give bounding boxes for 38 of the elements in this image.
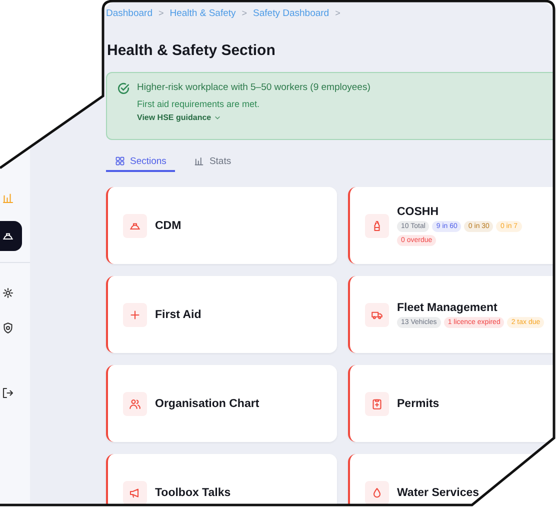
guidance-link[interactable]: View HSE guidance [137,113,212,122]
alert-text: First aid requirements are met. [137,99,261,109]
shield-icon [2,322,14,334]
alert-title: Higher-risk workplace with 5–50 workers (9 employees) [137,82,372,95]
chevron-down-icon [214,114,222,121]
sidebar-item[interactable] [0,221,22,251]
plus-icon [129,308,141,320]
breadcrumb-separator: > [242,8,248,18]
section-card[interactable]: Toolbox Talks [106,454,337,505]
card-title: CDM [155,220,182,232]
card-title: Water Services [397,486,480,498]
tab[interactable]: Sections [106,152,176,172]
tab[interactable]: Stats [185,152,240,172]
card-title: Toolbox Talks [155,486,231,498]
bar-chart-icon [2,192,14,204]
card-title: Permits [397,398,440,410]
card-title: Organisation Chart [155,398,260,410]
section-card[interactable]: Permits [348,365,556,442]
page-title: Health & Safety Section [107,42,276,59]
check-circle-icon [117,82,130,95]
megaphone-icon [129,486,141,498]
card-title: Fleet Management [397,302,498,314]
clipboard-icon [371,398,383,410]
people-icon [129,398,141,410]
section-card[interactable]: First Aid [106,276,337,353]
logout-icon [2,387,14,399]
settings-icon [2,287,14,299]
section-card[interactable]: CDM [106,187,337,264]
grid-icon [115,156,125,166]
bar-chart-icon [194,156,204,166]
hard-hat-icon [2,230,14,242]
bottle-icon [371,220,383,232]
breadcrumb-separator: > [335,8,340,18]
drop-icon [371,486,383,498]
card-title: First Aid [155,308,202,320]
section-card[interactable]: Organisation Chart [106,365,337,442]
breadcrumb-separator: > [158,8,164,18]
card-title: COSHH [397,206,440,218]
